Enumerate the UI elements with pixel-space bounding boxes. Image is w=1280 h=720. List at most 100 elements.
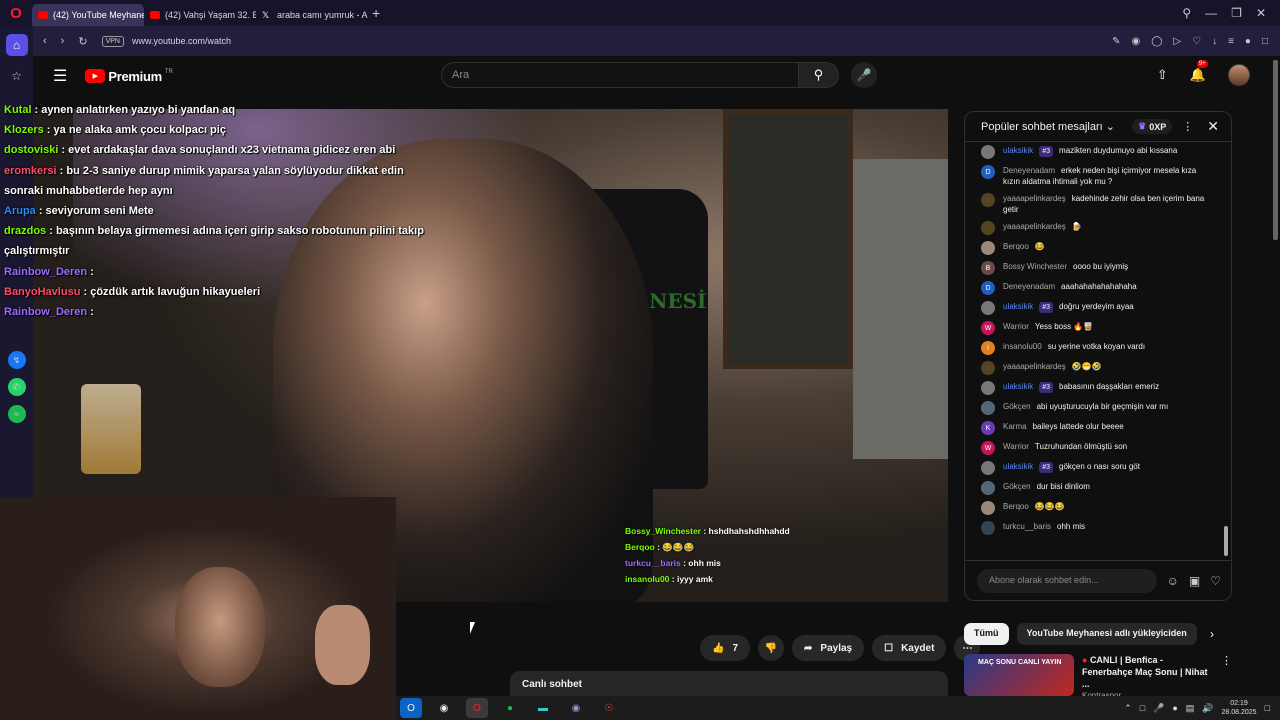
chat-username[interactable]: Deneyenadam [1003, 166, 1055, 175]
chat-username[interactable]: ulaksikik [1003, 146, 1033, 155]
home-icon[interactable]: ⌂ [5, 34, 28, 56]
filter-chip[interactable]: YouTube Meyhanesi adlı yükleyiciden [1016, 623, 1197, 645]
browser-tab[interactable]: 𝕏araba camı yumruk - Aran [256, 4, 368, 26]
avatar[interactable] [1228, 64, 1250, 86]
chat-avatar[interactable]: B [981, 261, 995, 275]
notifications-button[interactable]: 🔔 9+ [1190, 60, 1208, 83]
minimize-icon[interactable]: — [1205, 6, 1217, 20]
opera-taskbar-icon[interactable]: O [466, 698, 488, 718]
opera-logo-icon[interactable]: O [0, 0, 32, 26]
chat-message[interactable]: K Karma baileys lattede olur beeee [965, 418, 1221, 438]
chat-message[interactable]: Berqoo 😂 [965, 238, 1221, 258]
chat-avatar[interactable] [981, 361, 995, 375]
chat-message[interactable]: yaaaapelinkardeş 🤣😁🤣 [965, 358, 1221, 378]
chat-username[interactable]: Gökçen [1003, 402, 1031, 411]
dislike-button[interactable]: 👎 [758, 635, 785, 661]
chat-username[interactable]: Bossy Winchester [1003, 262, 1067, 271]
chat-avatar[interactable] [981, 301, 995, 315]
spotify-taskbar-icon[interactable]: ● [499, 698, 521, 718]
new-tab-button[interactable]: + [372, 5, 380, 21]
chat-avatar[interactable]: D [981, 165, 995, 179]
tray-app-icon[interactable]: □ [1140, 703, 1145, 713]
recommendation-title[interactable]: ● CANLI | Benfica - Fenerbahçe Maç Sonu … [1082, 654, 1213, 700]
chat-username[interactable]: Berqoo [1003, 242, 1029, 251]
chrome-icon[interactable]: ☉ [598, 698, 620, 718]
browser-tab[interactable]: (42) YouTube Meyhanesi [32, 4, 144, 26]
edit-icon[interactable]: ✎ [1112, 36, 1120, 47]
messenger-icon[interactable]: ↯ [7, 351, 26, 369]
chat-avatar[interactable] [981, 461, 995, 475]
chat-message[interactable]: ulaksikik #3 babasının daşşakları emeriz [965, 378, 1221, 398]
chat-message[interactable]: D Deneyenadam erkek neden bişi içirmiyor m… [965, 162, 1221, 190]
search-tabs-icon[interactable]: ⚲ [1182, 6, 1191, 20]
chat-avatar[interactable]: K [981, 421, 995, 435]
forward-icon[interactable]: › [61, 35, 65, 47]
search-button[interactable]: ⚲ [799, 62, 839, 88]
chat-username[interactable]: yaaaapelinkardeş [1003, 194, 1066, 203]
more-vert-icon[interactable]: ⋮ [1221, 654, 1232, 696]
heart-icon[interactable]: ♡ [1192, 36, 1201, 47]
url-text[interactable]: www.youtube.com/watch [132, 36, 231, 46]
chat-avatar[interactable]: W [981, 441, 995, 455]
chat-message[interactable]: Gökçen abi uyuşturucuyla bir geçmişin var… [965, 398, 1221, 418]
chat-message[interactable]: W Warrior Tuzruhundan ölmüştü son [965, 438, 1221, 458]
live-chat-toggle[interactable]: Canlı sohbet [510, 671, 948, 697]
chat-username[interactable]: ulaksikik [1003, 462, 1033, 471]
chat-mode-dropdown[interactable]: Popüler sohbet mesajları ⌄ [981, 120, 1132, 133]
outlook-icon[interactable]: O [400, 698, 422, 718]
chat-message[interactable]: turkcu__baris ohh mis [965, 518, 1221, 538]
recommendation-item[interactable]: MAÇ SONU CANLI YAYIN ● CANLI | Benfica -… [964, 654, 1232, 700]
tray-chevron-icon[interactable]: ⌃ [1124, 703, 1132, 714]
menu-icon[interactable]: ≡ [1228, 36, 1234, 47]
chevron-right-icon[interactable]: › [1210, 627, 1214, 641]
tray-volume-icon[interactable]: 🔊 [1202, 703, 1213, 714]
search-input[interactable]: Ara [441, 62, 799, 88]
spotify-icon[interactable]: ≈ [7, 405, 26, 423]
tray-nvidia-icon[interactable]: ● [1172, 703, 1177, 713]
chat-message[interactable]: Berqoo 😂😂😂 [965, 498, 1221, 518]
back-icon[interactable]: ‹ [43, 35, 47, 47]
chat-message[interactable]: W Warrior Yess boss 🔥🥃 [965, 318, 1221, 338]
chat-username[interactable]: Deneyenadam [1003, 282, 1055, 291]
chat-message[interactable]: yaaaapelinkardeş 🍺 [965, 218, 1221, 238]
chat-username[interactable]: insanolu00 [1003, 342, 1042, 351]
close-window-icon[interactable]: ✕ [1256, 6, 1266, 20]
chat-message[interactable]: yaaaapelinkardeş kadehinde zehir olsa ben… [965, 190, 1221, 218]
chat-username[interactable]: yaaaapelinkardeş [1003, 222, 1066, 231]
voice-search-button[interactable]: 🎤 [851, 62, 877, 88]
emoji-icon[interactable]: ☺ [1167, 574, 1179, 588]
share-button[interactable]: ➦ Paylaş [792, 635, 865, 661]
youtube-logo[interactable]: ▶ Premium TR [85, 69, 173, 84]
chat-avatar[interactable]: W [981, 321, 995, 335]
more-vert-icon[interactable]: ⋮ [1182, 120, 1193, 133]
chat-avatar[interactable] [981, 221, 995, 235]
vpn-badge[interactable]: VPN [101, 35, 124, 47]
filter-chip[interactable]: Tümü [964, 623, 1009, 645]
whatsapp-icon[interactable]: ✆ [7, 378, 26, 396]
download-icon[interactable]: ↓ [1212, 36, 1217, 47]
chat-username[interactable]: Berqoo [1003, 502, 1029, 511]
like-button[interactable]: 👍 7 [700, 635, 751, 661]
page-scrollbar[interactable] [1273, 60, 1278, 240]
profile-icon[interactable]: ● [1245, 36, 1251, 47]
super-chat-icon[interactable]: ▣ [1189, 574, 1200, 588]
notification-center-icon[interactable]: □ [1265, 703, 1270, 713]
chat-avatar[interactable] [981, 381, 995, 395]
chat-username[interactable]: ulaksikik [1003, 382, 1033, 391]
xp-chip[interactable]: ♛ 0XP [1132, 119, 1173, 134]
chat-avatar[interactable] [981, 501, 995, 515]
save-button[interactable]: ☐ Kaydet [872, 635, 947, 661]
extensions-icon[interactable]: □ [1262, 36, 1268, 47]
terminal-icon[interactable]: ▬ [532, 698, 554, 718]
maximize-icon[interactable]: ❐ [1231, 6, 1242, 20]
browser-tab[interactable]: (42) Vahşi Yaşam 32. Bölüm [144, 4, 256, 26]
obs-icon[interactable]: ◉ [433, 698, 455, 718]
upload-icon[interactable]: ⇧ [1157, 67, 1168, 83]
chat-avatar[interactable]: D [981, 281, 995, 295]
heart-icon[interactable]: ♡ [1210, 574, 1221, 588]
chat-username[interactable]: Karma [1003, 422, 1027, 431]
close-icon[interactable]: ✕ [1207, 118, 1219, 135]
discord-icon[interactable]: ◉ [565, 698, 587, 718]
chat-username[interactable]: Gökçen [1003, 482, 1031, 491]
chat-avatar[interactable] [981, 481, 995, 495]
